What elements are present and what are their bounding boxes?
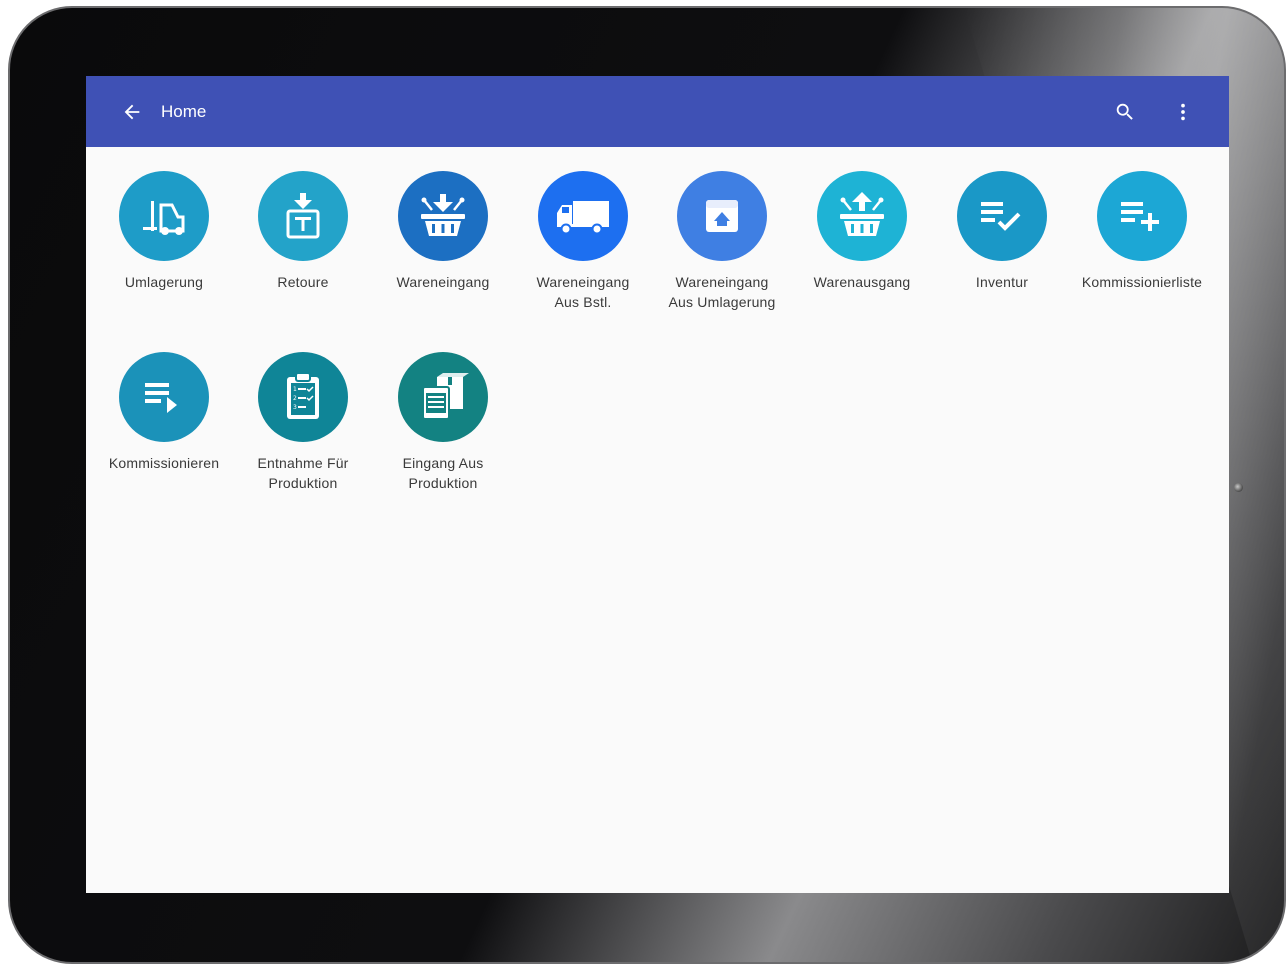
tile-circle <box>817 171 907 261</box>
tile-label: Eingang Aus Produktion <box>402 455 484 491</box>
tile-label: Entnahme Für Produktion <box>257 455 349 491</box>
basket-in-icon <box>421 194 465 236</box>
tile-circle <box>677 171 767 261</box>
tile-circle <box>119 352 209 442</box>
list-check-icon <box>981 202 1021 231</box>
tile-circle <box>398 171 488 261</box>
return-box-icon <box>286 193 320 239</box>
tile-circle <box>258 171 348 261</box>
forklift-icon <box>143 201 185 235</box>
tile-label: Kommissionierliste <box>1081 274 1203 290</box>
archive-up-icon <box>706 200 738 232</box>
tile-circle: 1 2 3 <box>258 352 348 442</box>
tile-circle <box>538 171 628 261</box>
truck-icon <box>557 201 609 235</box>
page-title: Home <box>161 102 207 121</box>
tile-label: Retoure <box>277 274 329 290</box>
list-play-icon <box>145 383 177 413</box>
svg-text:3: 3 <box>293 404 297 411</box>
tile-circle <box>398 352 488 442</box>
more-menu-button[interactable] <box>1169 98 1197 126</box>
app-screen: Home Umlagerung Retoure Wareneingang War… <box>86 76 1229 893</box>
list-plus-icon <box>1121 202 1159 231</box>
tile-label: Inventur <box>975 274 1029 290</box>
tile-label: Wareneingang Aus Umlagerung <box>668 274 776 310</box>
tile-label: Kommissionieren <box>108 455 220 471</box>
back-button[interactable] <box>118 98 146 126</box>
search-button[interactable] <box>1111 98 1139 126</box>
tile-label: Warenausgang <box>813 274 911 290</box>
more-vert-icon <box>1181 103 1185 121</box>
basket-out-icon <box>840 192 884 236</box>
tile-label: Umlagerung <box>124 274 204 290</box>
clipboard-checklist-icon: 1 2 3 <box>287 372 319 419</box>
search-icon <box>1116 103 1133 120</box>
tile-label: Wareneingang Aus Bstl. <box>536 274 630 310</box>
tile-circle <box>957 171 1047 261</box>
tile-circle <box>119 171 209 261</box>
production-box-icon <box>422 373 469 420</box>
svg-text:2: 2 <box>293 395 297 402</box>
arrow-left-icon <box>124 104 140 120</box>
app-bar: Home <box>86 76 1229 147</box>
tile-label: Wareneingang <box>396 274 490 290</box>
camera <box>1234 483 1243 492</box>
tile-circle <box>1097 171 1187 261</box>
svg-text:1: 1 <box>293 386 297 393</box>
